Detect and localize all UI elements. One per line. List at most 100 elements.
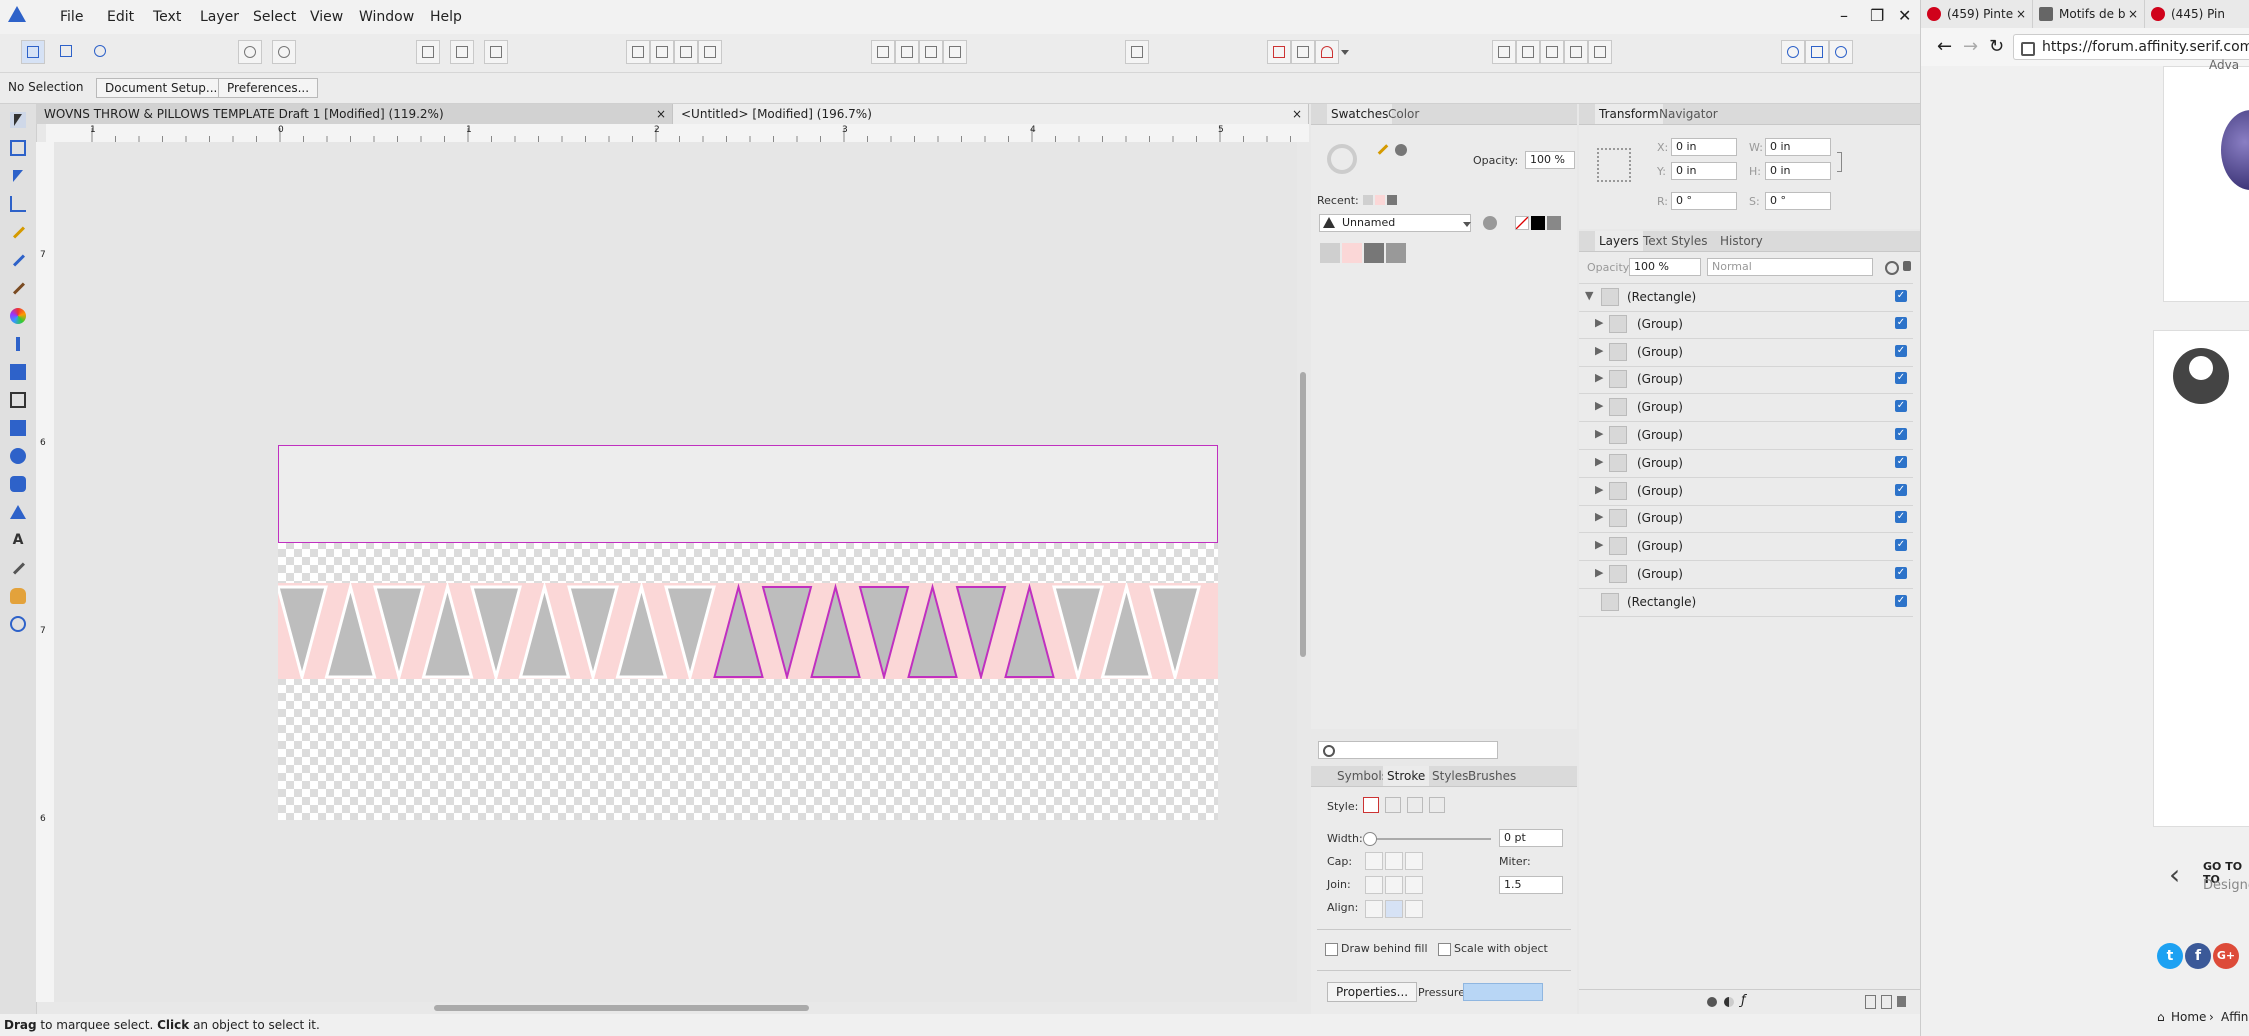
width-field[interactable]: 0 pt <box>1499 829 1563 847</box>
view-mode-icon[interactable] <box>272 40 296 64</box>
layer-visibility-checkbox[interactable]: ✓ <box>1895 567 1907 579</box>
adjustment-icon[interactable] <box>1724 997 1734 1007</box>
align-outside-icon[interactable] <box>1405 900 1423 918</box>
close-icon[interactable]: × <box>656 104 666 124</box>
menu-window[interactable]: Window <box>359 9 414 25</box>
affinity-logo-icon[interactable] <box>8 6 26 22</box>
width-slider[interactable] <box>1367 838 1491 840</box>
boolean-divide-icon[interactable] <box>1588 40 1612 64</box>
y-field[interactable]: 0 in <box>1671 162 1737 180</box>
add-layer-icon[interactable] <box>1865 995 1876 1009</box>
tab-stroke[interactable]: Stroke <box>1383 766 1430 786</box>
expand-arrow-icon[interactable]: ▶ <box>1595 538 1603 551</box>
palette-swatch[interactable] <box>1320 243 1340 263</box>
swatch-search-input[interactable] <box>1318 741 1498 759</box>
expand-arrow-icon[interactable]: ▼ <box>1585 289 1593 302</box>
gray-swatch[interactable] <box>1547 216 1561 230</box>
node-tool-icon[interactable] <box>10 168 26 184</box>
h-field[interactable]: 0 in <box>1765 162 1831 180</box>
join-round-icon[interactable] <box>1385 876 1403 894</box>
crop-tool-icon[interactable] <box>10 392 26 408</box>
menu-view[interactable]: View <box>310 9 343 25</box>
menu-edit[interactable]: Edit <box>107 9 134 25</box>
document-setup-button[interactable]: Document Setup... <box>96 78 227 98</box>
tab-symbols[interactable]: Symbols <box>1337 766 1388 786</box>
hand-tool-icon[interactable] <box>10 588 26 604</box>
pen-tool-icon[interactable] <box>10 224 26 240</box>
gear-icon[interactable] <box>1885 261 1899 275</box>
pixel-persona-icon[interactable] <box>55 40 79 64</box>
boolean-intersect-icon[interactable] <box>1540 40 1564 64</box>
layer-row[interactable]: ▶ (Group) ✓ <box>1579 561 1913 589</box>
insert-target-icon[interactable] <box>450 40 474 64</box>
move-forward-icon[interactable] <box>674 40 698 64</box>
horizontal-scrollbar[interactable] <box>54 1002 1309 1014</box>
designer-persona-icon[interactable] <box>21 40 45 64</box>
boolean-add-icon[interactable] <box>1492 40 1516 64</box>
layer-row[interactable]: ▶ (Group) ✓ <box>1579 450 1913 478</box>
palette-swatch[interactable] <box>1342 243 1362 263</box>
x-field[interactable]: 0 in <box>1671 138 1737 156</box>
expand-arrow-icon[interactable]: ▶ <box>1595 316 1603 329</box>
chevron-down-icon[interactable] <box>1463 222 1471 227</box>
layer-visibility-checkbox[interactable]: ✓ <box>1895 400 1907 413</box>
cap-butt-icon[interactable] <box>1365 852 1383 870</box>
properties-button[interactable]: Properties... <box>1327 982 1418 1002</box>
close-window-button[interactable]: ✕ <box>1898 6 1911 25</box>
tab-brushes[interactable]: Brushes <box>1468 766 1516 786</box>
tab-swatches[interactable]: Swatches <box>1327 104 1393 124</box>
tab-color[interactable]: Color <box>1388 104 1419 124</box>
anchor-point-icon[interactable] <box>1597 148 1631 182</box>
horizontal-scroll-thumb[interactable] <box>434 1005 809 1011</box>
layer-row[interactable]: ▶ (Group) ✓ <box>1579 505 1913 534</box>
fx-icon[interactable]: ƒ <box>1741 993 1746 1008</box>
pressure-graph[interactable] <box>1463 983 1543 1001</box>
move-backward-icon[interactable] <box>650 40 674 64</box>
layer-row[interactable]: ▶ (Group) ✓ <box>1579 533 1913 562</box>
chevron-down-icon[interactable] <box>1339 40 1351 64</box>
place-image-icon[interactable] <box>10 364 26 380</box>
flip-horizontal-icon[interactable] <box>871 40 895 64</box>
expand-arrow-icon[interactable]: ▶ <box>1595 483 1603 496</box>
twitter-share-icon[interactable]: t <box>2157 943 2183 969</box>
restore-button[interactable]: ❐ <box>1870 6 1884 25</box>
black-swatch[interactable] <box>1531 216 1545 230</box>
boolean-xor-icon[interactable] <box>1564 40 1588 64</box>
none-swatch-icon[interactable] <box>1515 216 1529 230</box>
stroke-none-icon[interactable] <box>1363 797 1379 813</box>
close-icon[interactable]: × <box>2016 0 2026 28</box>
menu-help[interactable]: Help <box>430 9 462 25</box>
menu-select[interactable]: Select <box>253 9 296 25</box>
browser-tab-pinterest[interactable]: (459) Pinte × <box>1921 0 2033 28</box>
move-back-icon[interactable] <box>626 40 650 64</box>
back-icon[interactable]: ← <box>1937 36 1952 57</box>
layer-row[interactable]: ▶ (Group) ✓ <box>1579 339 1913 367</box>
facebook-share-icon[interactable]: f <box>2185 943 2211 969</box>
tab-text-styles[interactable]: Text Styles <box>1643 231 1707 251</box>
chevron-left-icon[interactable]: ‹ <box>2169 858 2180 891</box>
move-tool-icon[interactable] <box>10 112 26 128</box>
expand-arrow-icon[interactable]: ▶ <box>1595 399 1603 412</box>
google-share-icon[interactable]: G+ <box>2213 943 2239 969</box>
flip-vertical-icon[interactable] <box>895 40 919 64</box>
layer-visibility-checkbox[interactable]: ✓ <box>1895 455 1907 468</box>
preview-icon[interactable] <box>1805 40 1829 64</box>
recent-swatch[interactable] <box>1363 195 1373 205</box>
transparency-tool-icon[interactable] <box>10 336 26 352</box>
blend-mode-select[interactable]: Normal <box>1707 258 1873 276</box>
rectangle-tool-icon[interactable] <box>10 420 26 436</box>
tab-transform[interactable]: Transform <box>1595 104 1663 124</box>
layer-row[interactable]: ▶ (Group) ✓ <box>1579 422 1913 450</box>
opacity-field[interactable]: 100 % <box>1525 151 1575 169</box>
palette-menu-icon[interactable] <box>1483 216 1497 230</box>
layer-row[interactable]: ▶ (Group) ✓ <box>1579 394 1913 423</box>
minimize-button[interactable]: – <box>1840 6 1848 25</box>
vertical-scroll-thumb[interactable] <box>1300 372 1306 657</box>
text-tool-icon[interactable]: A <box>10 532 26 548</box>
layer-visibility-checkbox[interactable]: ✓ <box>1895 316 1907 329</box>
layer-visibility-checkbox[interactable]: ✓ <box>1895 539 1907 552</box>
browser-tab-pinterest-2[interactable]: (445) Pin <box>2145 0 2249 28</box>
tab-wovns-template[interactable]: WOVNS THROW & PILLOWS TEMPLATE Draft 1 [… <box>36 104 673 124</box>
scale-with-checkbox[interactable] <box>1438 943 1451 956</box>
assistant-icon[interactable] <box>1781 40 1805 64</box>
